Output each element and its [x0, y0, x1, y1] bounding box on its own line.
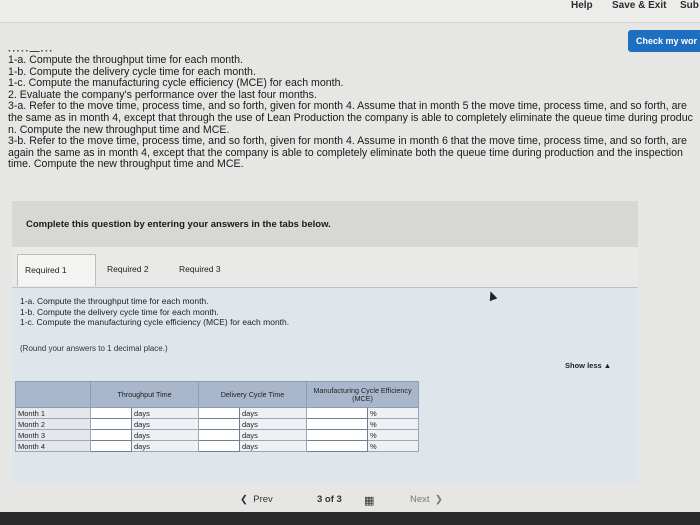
delivery-input-month-1[interactable]	[198, 407, 240, 419]
show-less-toggle[interactable]: Show less ▲	[565, 361, 611, 370]
unit-label: %	[367, 429, 419, 441]
check-my-work-button[interactable]: Check my wor	[628, 30, 700, 52]
header-throughput-time: Throughput Time	[90, 381, 199, 408]
prev-button[interactable]: ❮ Prev	[240, 494, 273, 505]
panel-line: 1-c. Compute the manufacturing cycle eff…	[20, 317, 290, 327]
row-label: Month 4	[15, 440, 91, 452]
save-exit-link[interactable]: Save & Exit	[612, 0, 666, 11]
delivery-input-month-4[interactable]	[198, 440, 240, 452]
rounding-note: (Round your answers to 1 decimal place.)	[20, 344, 168, 353]
answer-table: Throughput Time Delivery Cycle Time Manu…	[15, 381, 419, 452]
table-row: Month 4 days days %	[15, 440, 419, 452]
header-mce: Manufacturing Cycle Efficiency (MCE)	[306, 381, 419, 408]
unit-label: days	[239, 418, 307, 430]
table-header-row: Throughput Time Delivery Cycle Time Manu…	[15, 381, 419, 408]
header-blank	[15, 381, 91, 408]
question-instructions: 1-a. Compute the throughput time for eac…	[8, 54, 698, 171]
table-row: Month 2 days days %	[15, 418, 419, 430]
unit-label: days	[239, 429, 307, 441]
tab-required-3[interactable]: Required 3	[172, 254, 238, 286]
unit-label: days	[131, 440, 199, 452]
unit-label: %	[367, 407, 419, 419]
tabs-row: Required 1 Required 2 Required 3	[12, 247, 638, 287]
mce-input-month-1[interactable]	[306, 407, 368, 419]
instruction-line: 3-a. Refer to the move time, process tim…	[8, 100, 693, 136]
instruction-line: 3-b. Refer to the move time, process tim…	[8, 135, 687, 171]
unit-label: days	[131, 429, 199, 441]
delivery-input-month-3[interactable]	[198, 429, 240, 441]
tab-required-2[interactable]: Required 2	[100, 254, 166, 286]
panel-line: 1-a. Compute the throughput time for eac…	[20, 296, 209, 306]
unit-label: %	[367, 440, 419, 452]
screen-bezel	[0, 512, 700, 525]
throughput-input-month-3[interactable]	[90, 429, 132, 441]
panel-line: 1-b. Compute the delivery cycle time for…	[20, 306, 219, 317]
instruction-line: 1-a. Compute the throughput time for eac…	[8, 54, 243, 66]
unit-label: days	[239, 440, 307, 452]
delivery-input-month-2[interactable]	[198, 418, 240, 430]
next-label: Next	[410, 494, 430, 505]
throughput-input-month-4[interactable]	[90, 440, 132, 452]
unit-label: %	[367, 418, 419, 430]
row-label: Month 3	[15, 429, 91, 441]
panel-instructions: 1-a. Compute the throughput time for eac…	[20, 296, 289, 328]
header-delivery-cycle-time: Delivery Cycle Time	[198, 381, 307, 408]
mce-input-month-3[interactable]	[306, 429, 368, 441]
table-row: Month 3 days days %	[15, 429, 419, 441]
throughput-input-month-2[interactable]	[90, 418, 132, 430]
unit-label: days	[239, 407, 307, 419]
throughput-input-month-1[interactable]	[90, 407, 132, 419]
page-indicator: 3 of 3	[317, 494, 342, 505]
submit-link[interactable]: Sub	[680, 0, 699, 11]
unit-label: days	[131, 407, 199, 419]
top-bar: Help Save & Exit Sub	[0, 0, 700, 23]
row-label: Month 1	[15, 407, 91, 419]
row-label: Month 2	[15, 418, 91, 430]
tab-required-1[interactable]: Required 1	[17, 254, 96, 286]
chevron-right-icon: ❯	[434, 494, 443, 505]
complete-question-banner: Complete this question by entering your …	[12, 201, 638, 247]
complete-question-text: Complete this question by entering your …	[26, 219, 331, 230]
grid-icon[interactable]: ▦	[364, 494, 374, 507]
prev-label: Prev	[253, 494, 273, 505]
help-link[interactable]: Help	[571, 0, 593, 11]
unit-label: days	[131, 418, 199, 430]
table-row: Month 1 days days %	[15, 407, 419, 419]
next-button[interactable]: Next ❯	[410, 494, 443, 505]
mce-input-month-2[interactable]	[306, 418, 368, 430]
mce-input-month-4[interactable]	[306, 440, 368, 452]
chevron-left-icon: ❮	[240, 494, 248, 505]
